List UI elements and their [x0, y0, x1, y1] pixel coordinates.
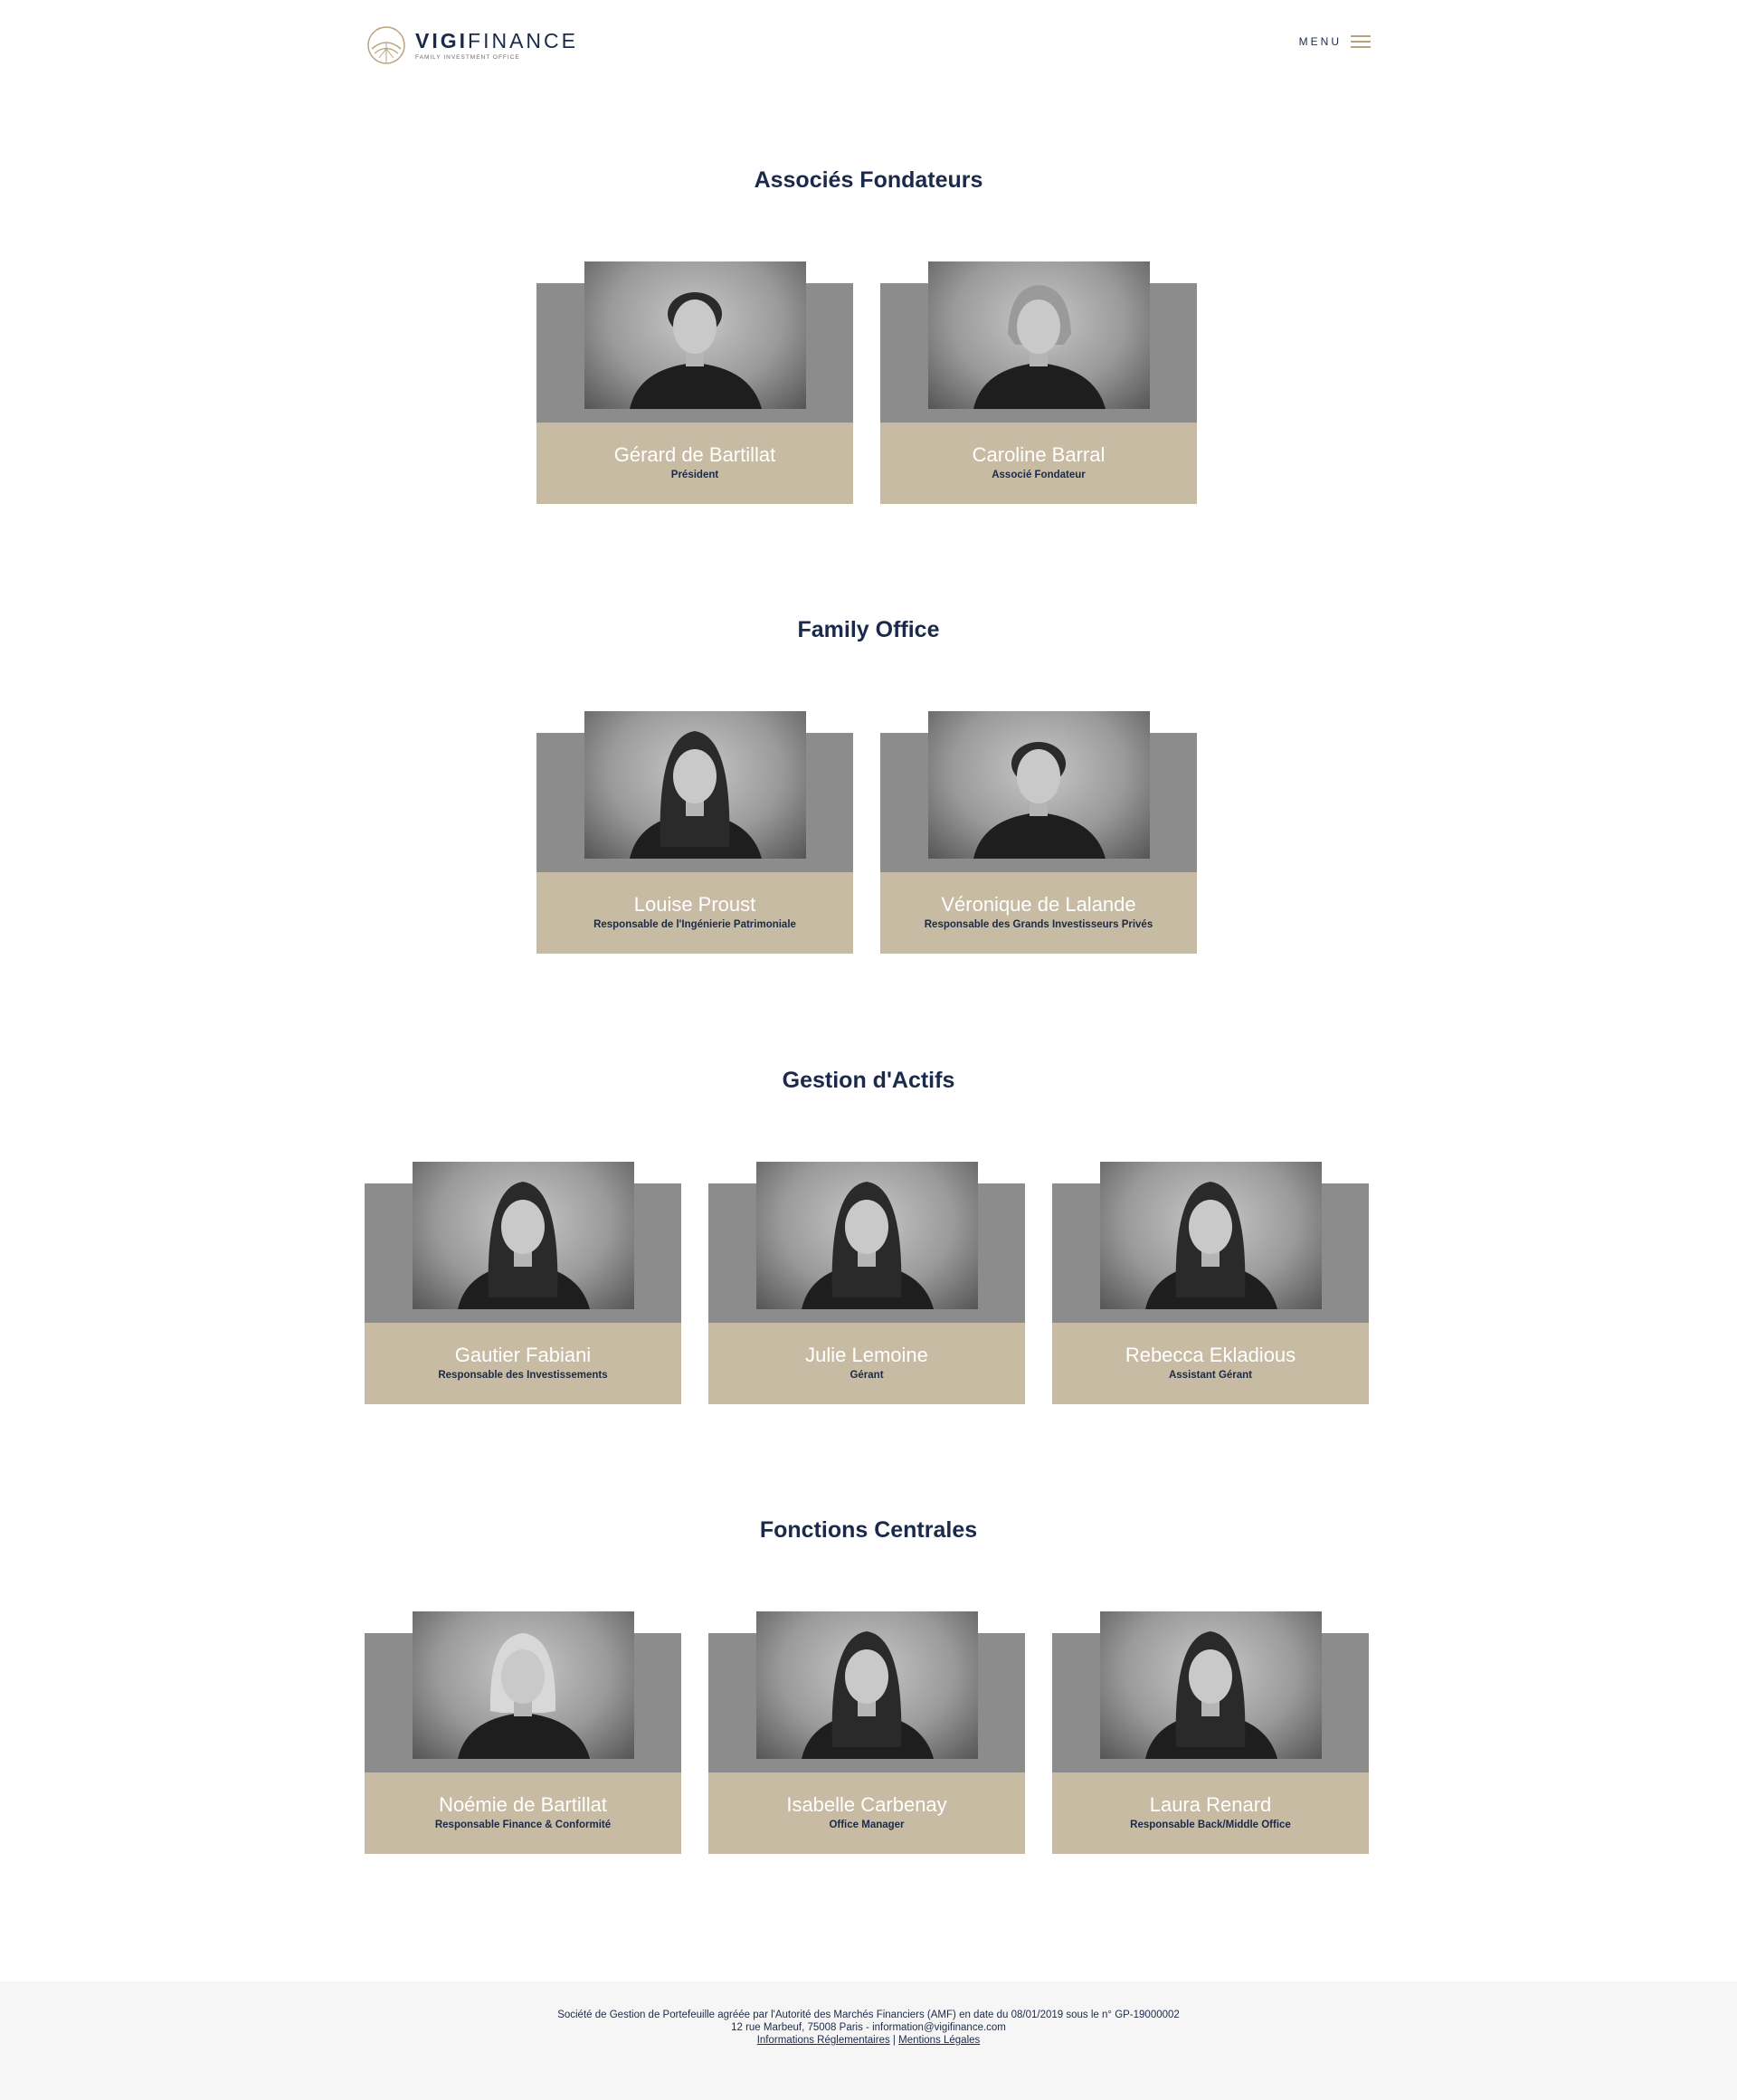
team-member-card[interactable]: Julie Lemoine Gérant: [708, 1162, 1025, 1404]
team-member-photo: [584, 711, 806, 859]
logo-tagline: FAMILY INVESTMENT OFFICE: [415, 53, 520, 61]
team-member-photo: [756, 1611, 978, 1759]
team-member-role: Gérant: [850, 1370, 884, 1381]
team-member-card[interactable]: Louise Proust Responsable de l'Ingénierie…: [536, 711, 853, 954]
team-member-name: Isabelle Carbenay: [786, 1793, 947, 1816]
card-caption: Véronique de Lalande Responsable des Gran…: [880, 872, 1197, 954]
team-member-role: Office Manager: [829, 1820, 905, 1830]
team-member-name: Caroline Barral: [972, 443, 1106, 466]
team-member-role: Responsable des Grands Investisseurs Pri…: [924, 919, 1153, 930]
team-member-role: Président: [670, 470, 719, 480]
team-member-name: Julie Lemoine: [805, 1344, 928, 1366]
team-member-name: Noémie de Bartillat: [439, 1793, 607, 1816]
footer-legal-text: Société de Gestion de Portefeuille agréé…: [557, 2010, 1180, 2020]
team-member-photo: [928, 261, 1150, 409]
legal-notice-link[interactable]: Mentions Légales: [898, 2035, 980, 2046]
regulatory-info-link[interactable]: Informations Réglementaires: [757, 2035, 890, 2046]
section-title: Fonctions Centrales: [759, 1517, 978, 1543]
section-title: Associés Fondateurs: [754, 167, 983, 193]
logo[interactable]: VIGIFINANCE FAMILY INVESTMENT OFFICE: [366, 23, 578, 68]
team-member-card[interactable]: Caroline Barral Associé Fondateur: [880, 261, 1197, 504]
team-member-name: Louise Proust: [633, 893, 756, 916]
card-caption: Rebecca Ekladious Assistant Gérant: [1052, 1323, 1369, 1404]
team-member-role: Responsable Back/Middle Office: [1130, 1820, 1291, 1830]
card-caption: Noémie de Bartillat Responsable Finance &…: [365, 1772, 681, 1854]
logo-wordmark: VIGIFINANCE: [415, 28, 578, 52]
team-member-photo: [584, 261, 806, 409]
team-member-name: Laura Renard: [1149, 1793, 1272, 1816]
team-member-role: Responsable des Investissements: [438, 1370, 608, 1381]
team-member-card[interactable]: Isabelle Carbenay Office Manager: [708, 1611, 1025, 1854]
team-member-role: Assistant Gérant: [1168, 1370, 1253, 1381]
team-member-role: Responsable Finance & Conformité: [434, 1820, 612, 1830]
team-member-card[interactable]: Gérard de Bartillat Président: [536, 261, 853, 504]
card-caption: Gautier Fabiani Responsable des Investiss…: [365, 1323, 681, 1404]
card-caption: Laura Renard Responsable Back/Middle Offi…: [1052, 1772, 1369, 1854]
team-member-card[interactable]: Véronique de Lalande Responsable des Gran…: [880, 711, 1197, 954]
team-member-name: Véronique de Lalande: [941, 893, 1136, 916]
team-member-photo: [928, 711, 1150, 859]
team-member-photo: [1100, 1611, 1322, 1759]
team-member-role: Responsable de l'Ingénierie Patrimoniale: [593, 919, 796, 930]
team-member-card[interactable]: Rebecca Ekladious Assistant Gérant: [1052, 1162, 1369, 1404]
footer-separator: |: [892, 2035, 896, 2046]
section-title: Family Office: [797, 617, 940, 642]
team-member-photo: [756, 1162, 978, 1309]
team-member-card[interactable]: Laura Renard Responsable Back/Middle Offi…: [1052, 1611, 1369, 1854]
team-member-name: Rebecca Ekladious: [1125, 1344, 1296, 1366]
team-member-photo: [1100, 1162, 1322, 1309]
footer-address: 12 rue Marbeuf, 75008 Paris - informatio…: [731, 2022, 1006, 2033]
team-member-card[interactable]: Gautier Fabiani Responsable des Investiss…: [365, 1162, 681, 1404]
card-caption: Louise Proust Responsable de l'Ingénierie…: [536, 872, 853, 954]
team-member-photo: [413, 1611, 634, 1759]
team-member-role: Associé Fondateur: [992, 470, 1086, 480]
team-member-card[interactable]: Noémie de Bartillat Responsable Finance &…: [365, 1611, 681, 1854]
section-title: Gestion d'Actifs: [782, 1068, 955, 1093]
team-member-photo: [413, 1162, 634, 1309]
site-footer: Société de Gestion de Portefeuille agréé…: [0, 1981, 1737, 2100]
team-member-name: Gérard de Bartillat: [613, 443, 776, 466]
hamburger-icon: [1351, 35, 1371, 48]
card-caption: Julie Lemoine Gérant: [708, 1323, 1025, 1404]
menu-button[interactable]: MENU: [1299, 35, 1371, 48]
card-caption: Caroline Barral Associé Fondateur: [880, 423, 1197, 504]
team-member-name: Gautier Fabiani: [454, 1344, 592, 1366]
card-caption: Gérard de Bartillat Président: [536, 423, 853, 504]
menu-label: MENU: [1298, 35, 1342, 48]
logo-mark-icon: [367, 26, 405, 64]
card-caption: Isabelle Carbenay Office Manager: [708, 1772, 1025, 1854]
site-header: VIGIFINANCE FAMILY INVESTMENT OFFICE MEN…: [366, 23, 1371, 68]
